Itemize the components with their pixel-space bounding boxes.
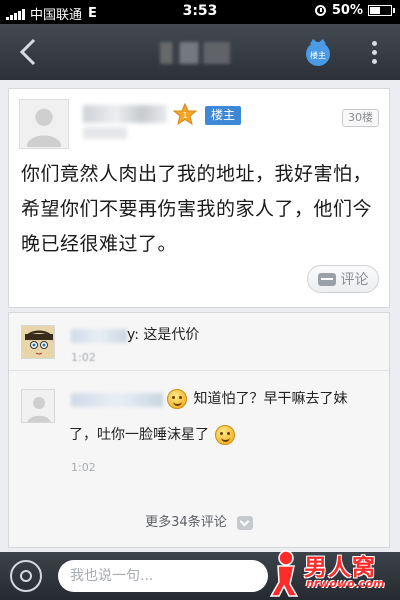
owner-only-button[interactable]: 楼主 — [302, 36, 334, 68]
post-card: 1 楼主 30楼 你们竟然人肉出了我的地址，我好害怕，希望你们不要再伤害我的家人… — [8, 88, 390, 308]
default-avatar-icon — [26, 108, 62, 147]
reply-time: 1:02 — [71, 461, 96, 474]
replies-section: y: 这是代价 1:02 知道怕了？早干嘛去了妹 了，吐你一脸唾沫星了 1:02… — [8, 312, 390, 548]
smiley-emoji-icon — [167, 389, 187, 409]
default-avatar-icon — [27, 397, 51, 422]
more-comments-link[interactable]: 更多34条评论 — [9, 511, 389, 530]
reply-text-line1-content: 知道怕了？早干嘛去了妹 — [193, 391, 348, 407]
more-menu-button[interactable] — [360, 36, 388, 68]
back-button[interactable] — [8, 32, 48, 72]
status-right: 50% — [314, 3, 395, 18]
level-number: 1 — [182, 111, 187, 120]
dot-icon — [371, 49, 377, 55]
status-bar: 中国联通 E 3:53 50% — [0, 0, 400, 24]
reply-item: y: 这是代价 1:02 — [9, 313, 389, 371]
reply-text: y: 这是代价 — [127, 327, 200, 343]
site-watermark: 男人窝 nrwowo.com — [264, 548, 398, 598]
reply-text-line1: 知道怕了？早干嘛去了妹 — [165, 385, 347, 413]
dot-icon — [371, 58, 377, 64]
level-badge: 1 — [172, 102, 198, 126]
reply-item: 知道怕了？早干嘛去了妹 了，吐你一脸唾沫星了 1:02 — [9, 373, 389, 483]
star-icon: 1 — [172, 102, 198, 126]
user-avatar[interactable] — [19, 99, 69, 149]
nav-bar: 楼主 — [0, 24, 400, 80]
smiley-emoji-icon — [215, 425, 236, 445]
post-content: 你们竟然人肉出了我的地址，我好害怕，希望你们不要再伤害我的家人了，他们今晚已经很… — [21, 163, 373, 255]
nav-title-blurred — [160, 42, 230, 64]
anime-avatar-icon — [22, 326, 54, 358]
voice-icon — [20, 570, 32, 582]
owner-crown-icon: 楼主 — [306, 39, 330, 66]
chevron-down-icon — [236, 515, 253, 530]
battery-percent: 50% — [331, 3, 363, 18]
battery-icon — [368, 5, 395, 16]
comment-button[interactable]: 评论 — [307, 265, 379, 293]
reply-username-blurred[interactable] — [71, 393, 163, 407]
username-sub-blurred — [83, 127, 127, 139]
reply-time: 1:02 — [71, 351, 96, 364]
reply-username-blurred[interactable] — [71, 329, 127, 343]
reply-input[interactable] — [58, 560, 268, 592]
username-blurred[interactable] — [83, 105, 167, 123]
voice-button[interactable] — [10, 560, 42, 592]
watermark-url: nrwowo.com — [306, 577, 385, 590]
comment-button-label: 评论 — [340, 272, 369, 288]
reply-avatar[interactable] — [21, 325, 55, 359]
comment-icon — [317, 272, 336, 286]
chevron-left-icon — [19, 38, 36, 66]
owner-tag: 楼主 — [205, 106, 242, 125]
reply-text-line2-content: 了，吐你一脸唾沫星了 — [69, 427, 209, 443]
watermark-figure-icon — [269, 550, 299, 597]
reply-text-line2: 了，吐你一脸唾沫星了 — [69, 421, 237, 449]
more-comments-label: 更多34条评论 — [145, 515, 227, 530]
reply-avatar[interactable] — [21, 389, 55, 423]
owner-crown-label: 楼主 — [310, 50, 326, 60]
alarm-icon — [314, 5, 326, 16]
floor-number: 30楼 — [342, 109, 379, 127]
dot-icon — [371, 40, 377, 46]
